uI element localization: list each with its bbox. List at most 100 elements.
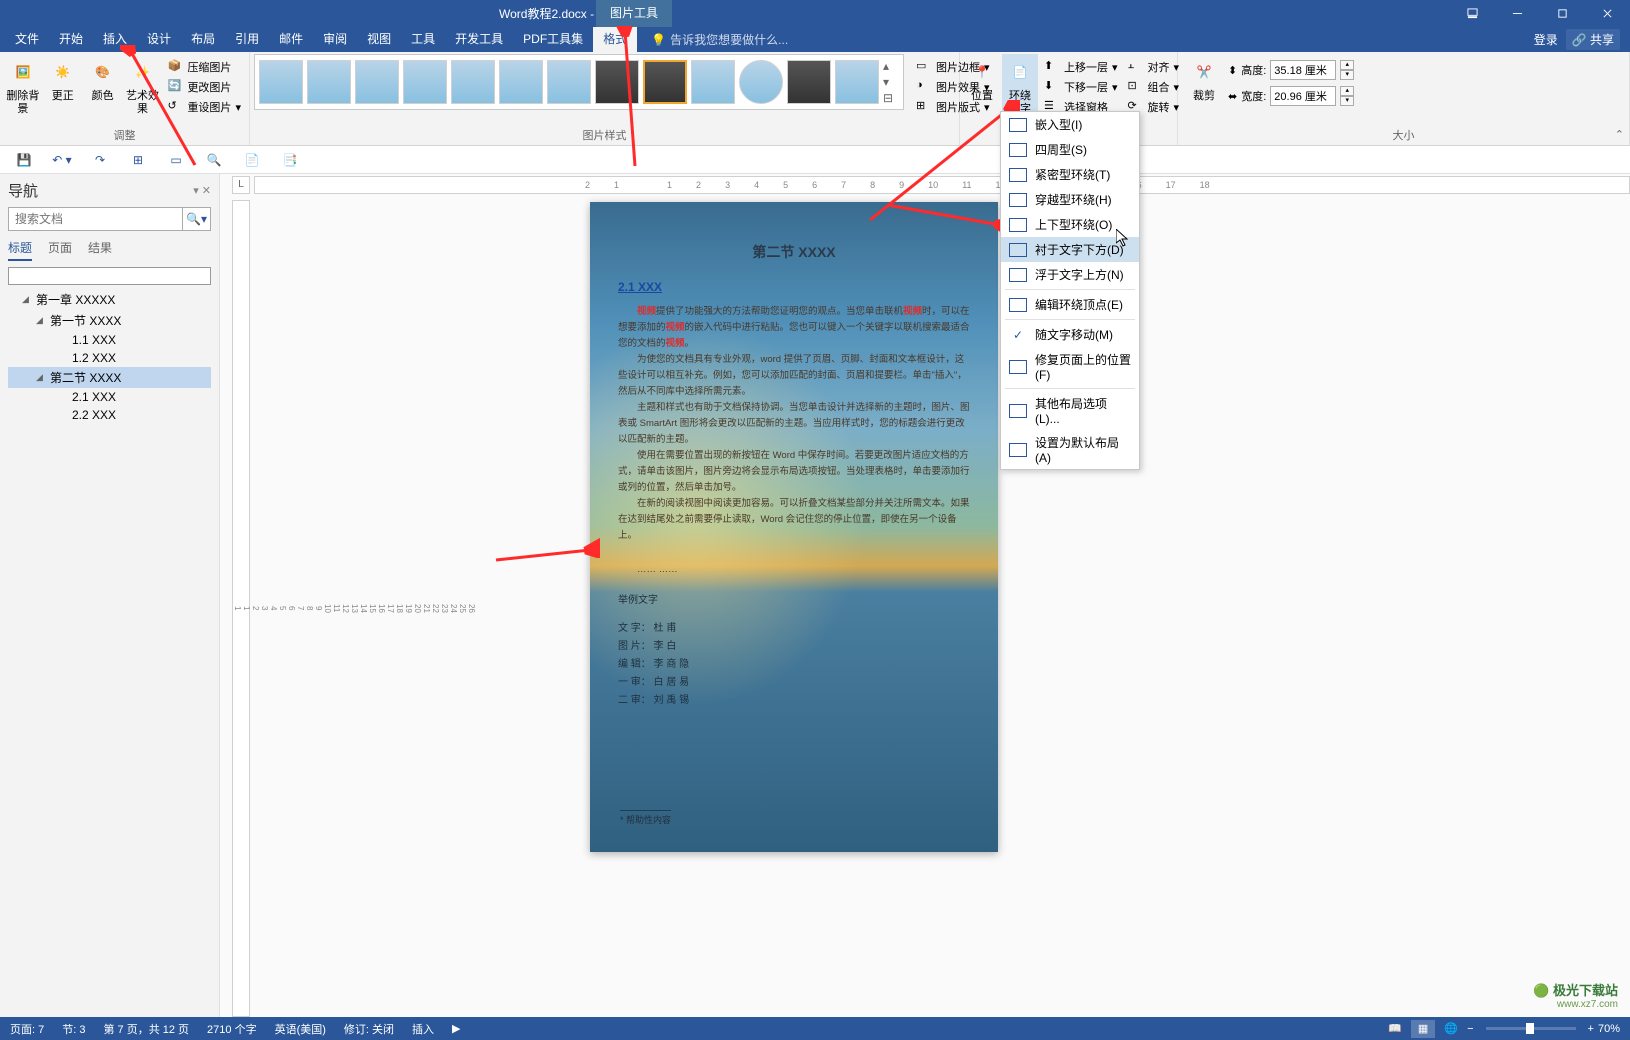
- share-button[interactable]: 🔗 共享: [1566, 29, 1620, 50]
- nav-tree-item[interactable]: 2.2 XXX: [8, 406, 211, 424]
- nav-tab-results[interactable]: 结果: [88, 239, 112, 261]
- ruler-vertical[interactable]: 1123456789101112131415161718192021222324…: [232, 200, 250, 1017]
- nav-tree-item[interactable]: 2.1 XXX: [8, 388, 211, 406]
- document-page[interactable]: 第二节 XXXX 2.1 XXX 视频提供了功能强大的方法帮助您证明您的观点。当…: [590, 202, 998, 852]
- nav-tree-item[interactable]: ◢第一节 XXXX: [8, 310, 211, 331]
- redo-icon[interactable]: ↷: [90, 150, 110, 170]
- view-read-icon[interactable]: 📖: [1383, 1020, 1407, 1038]
- nav-edit-field[interactable]: [8, 267, 211, 285]
- search-icon[interactable]: 🔍▾: [182, 208, 210, 230]
- forward-button[interactable]: ⬆上移一层 ▾: [1040, 58, 1122, 76]
- zoom-in-button[interactable]: +: [1588, 1023, 1594, 1035]
- wrap-menu-item[interactable]: 紧密型环绕(T): [1001, 162, 1139, 187]
- tab-tools[interactable]: 工具: [401, 27, 445, 52]
- view-print-icon[interactable]: ▦: [1411, 1020, 1435, 1038]
- collapse-ribbon-icon[interactable]: ⌃: [1615, 128, 1624, 141]
- status-section[interactable]: 节: 3: [62, 1021, 85, 1037]
- change-pic-button[interactable]: 🔄更改图片: [163, 78, 245, 96]
- wrap-menu-item[interactable]: 设置为默认布局(A): [1001, 430, 1139, 469]
- wrap-menu-item[interactable]: 嵌入型(I): [1001, 112, 1139, 137]
- tab-mail[interactable]: 邮件: [269, 27, 313, 52]
- status-words[interactable]: 2710 个字: [207, 1021, 257, 1037]
- wrap-menu-item[interactable]: 穿越型环绕(H): [1001, 187, 1139, 212]
- document-area[interactable]: L 21123456789101112131415161718 11234567…: [220, 174, 1630, 1017]
- compress-button[interactable]: 📦压缩图片: [163, 58, 245, 76]
- reset-pic-button[interactable]: ↺重设图片 ▾: [163, 98, 245, 116]
- height-field[interactable]: ⬍高度:▴▾: [1228, 60, 1354, 80]
- nav-tab-pages[interactable]: 页面: [48, 239, 72, 261]
- qat-icon[interactable]: 📑: [280, 150, 300, 170]
- ribbon-tabs: 文件 开始 插入 设计 布局 引用 邮件 审阅 视图 工具 开发工具 PDF工具…: [0, 27, 1630, 52]
- tab-references[interactable]: 引用: [225, 27, 269, 52]
- ruler-corner: L: [232, 176, 250, 194]
- tab-file[interactable]: 文件: [5, 27, 49, 52]
- tab-insert[interactable]: 插入: [93, 27, 137, 52]
- close-button[interactable]: [1585, 0, 1630, 27]
- status-bar: 页面: 7 节: 3 第 7 页，共 12 页 2710 个字 英语(美国) 修…: [0, 1017, 1630, 1040]
- login-link[interactable]: 登录: [1534, 31, 1558, 48]
- position-button[interactable]: 📍位置: [964, 54, 1000, 105]
- group-styles-label: 图片样式: [254, 125, 955, 145]
- effects-button[interactable]: ✨艺术效果: [124, 54, 162, 118]
- nav-search[interactable]: 🔍▾: [8, 207, 211, 231]
- minimize-button[interactable]: [1495, 0, 1540, 27]
- status-lang[interactable]: 英语(美国): [275, 1021, 326, 1037]
- status-page[interactable]: 页面: 7: [10, 1021, 44, 1037]
- tab-review[interactable]: 审阅: [313, 27, 357, 52]
- wrap-menu-item[interactable]: 修复页面上的位置(F): [1001, 347, 1139, 386]
- corrections-button[interactable]: ☀️更正: [44, 54, 82, 105]
- doc-paragraph: 主题和样式也有助于文档保持协调。当您单击设计并选择新的主题时，图片、图表或 Sm…: [618, 400, 970, 448]
- qat-icon[interactable]: 📄: [242, 150, 262, 170]
- tab-layout[interactable]: 布局: [181, 27, 225, 52]
- ribbon-options-icon[interactable]: [1450, 0, 1495, 27]
- nav-close-icon[interactable]: ▾ ✕: [193, 184, 211, 197]
- crop-button[interactable]: ✂️裁剪: [1182, 54, 1226, 105]
- group-button[interactable]: ⊡组合 ▾: [1124, 78, 1184, 96]
- wrap-menu-item[interactable]: 编辑环绕顶点(E): [1001, 292, 1139, 317]
- maximize-button[interactable]: [1540, 0, 1585, 27]
- group-size-label: 大小: [1182, 125, 1625, 145]
- zoom-slider[interactable]: [1486, 1027, 1576, 1030]
- tab-format[interactable]: 格式: [593, 27, 637, 52]
- search-input[interactable]: [9, 208, 182, 230]
- doc-sample-label: 举例文字: [618, 592, 970, 610]
- qat-icon[interactable]: 🔍: [204, 150, 224, 170]
- nav-tree-item[interactable]: ◢第二节 XXXX: [8, 367, 211, 388]
- nav-tab-headings[interactable]: 标题: [8, 239, 32, 261]
- wrap-menu-item[interactable]: 其他布局选项(L)...: [1001, 391, 1139, 430]
- wrap-menu-item[interactable]: ✓随文字移动(M): [1001, 322, 1139, 347]
- zoom-level[interactable]: 70%: [1598, 1023, 1620, 1035]
- view-web-icon[interactable]: 🌐: [1439, 1020, 1463, 1038]
- remove-bg-button[interactable]: 🖼️删除背景: [4, 54, 42, 118]
- wrap-menu-item[interactable]: 浮于文字上方(N): [1001, 262, 1139, 287]
- undo-icon[interactable]: ↶ ▾: [52, 150, 72, 170]
- nav-tree-item[interactable]: 1.2 XXX: [8, 349, 211, 367]
- doc-dots: …… ……: [618, 562, 970, 578]
- backward-button[interactable]: ⬇下移一层 ▾: [1040, 78, 1122, 96]
- status-track[interactable]: 修订: 关闭: [344, 1021, 394, 1037]
- nav-tree-item[interactable]: 1.1 XXX: [8, 331, 211, 349]
- tab-design[interactable]: 设计: [137, 27, 181, 52]
- qat-icon[interactable]: ▭: [166, 150, 186, 170]
- tab-pdf[interactable]: PDF工具集: [513, 27, 593, 52]
- nav-tree: ◢第一章 XXXXX◢第一节 XXXX1.1 XXX1.2 XXX◢第二节 XX…: [8, 289, 211, 424]
- nav-tree-item[interactable]: ◢第一章 XXXXX: [8, 289, 211, 310]
- tab-developer[interactable]: 开发工具: [445, 27, 513, 52]
- zoom-out-button[interactable]: −: [1467, 1023, 1473, 1035]
- ruler-horizontal[interactable]: 21123456789101112131415161718: [254, 176, 1630, 194]
- status-pages[interactable]: 第 7 页，共 12 页: [103, 1021, 189, 1037]
- width-field[interactable]: ⬌宽度:▴▾: [1228, 86, 1354, 106]
- doc-footnote: * 帮助性内容: [620, 810, 671, 826]
- save-icon[interactable]: 💾: [14, 150, 34, 170]
- status-insert[interactable]: 插入: [412, 1021, 434, 1037]
- picture-style-gallery[interactable]: ▴▾⊟: [254, 54, 904, 110]
- wrap-text-button[interactable]: 📄环绕文字: [1002, 54, 1038, 118]
- tell-me[interactable]: 💡 告诉我您想要做什么...: [651, 31, 788, 48]
- tab-home[interactable]: 开始: [49, 27, 93, 52]
- qat-icon[interactable]: ⊞: [128, 150, 148, 170]
- status-macro-icon[interactable]: ▶: [452, 1022, 460, 1035]
- wrap-menu-item[interactable]: 四周型(S): [1001, 137, 1139, 162]
- color-button[interactable]: 🎨颜色: [84, 54, 122, 105]
- tab-view[interactable]: 视图: [357, 27, 401, 52]
- align-button[interactable]: ⫠对齐 ▾: [1124, 58, 1184, 76]
